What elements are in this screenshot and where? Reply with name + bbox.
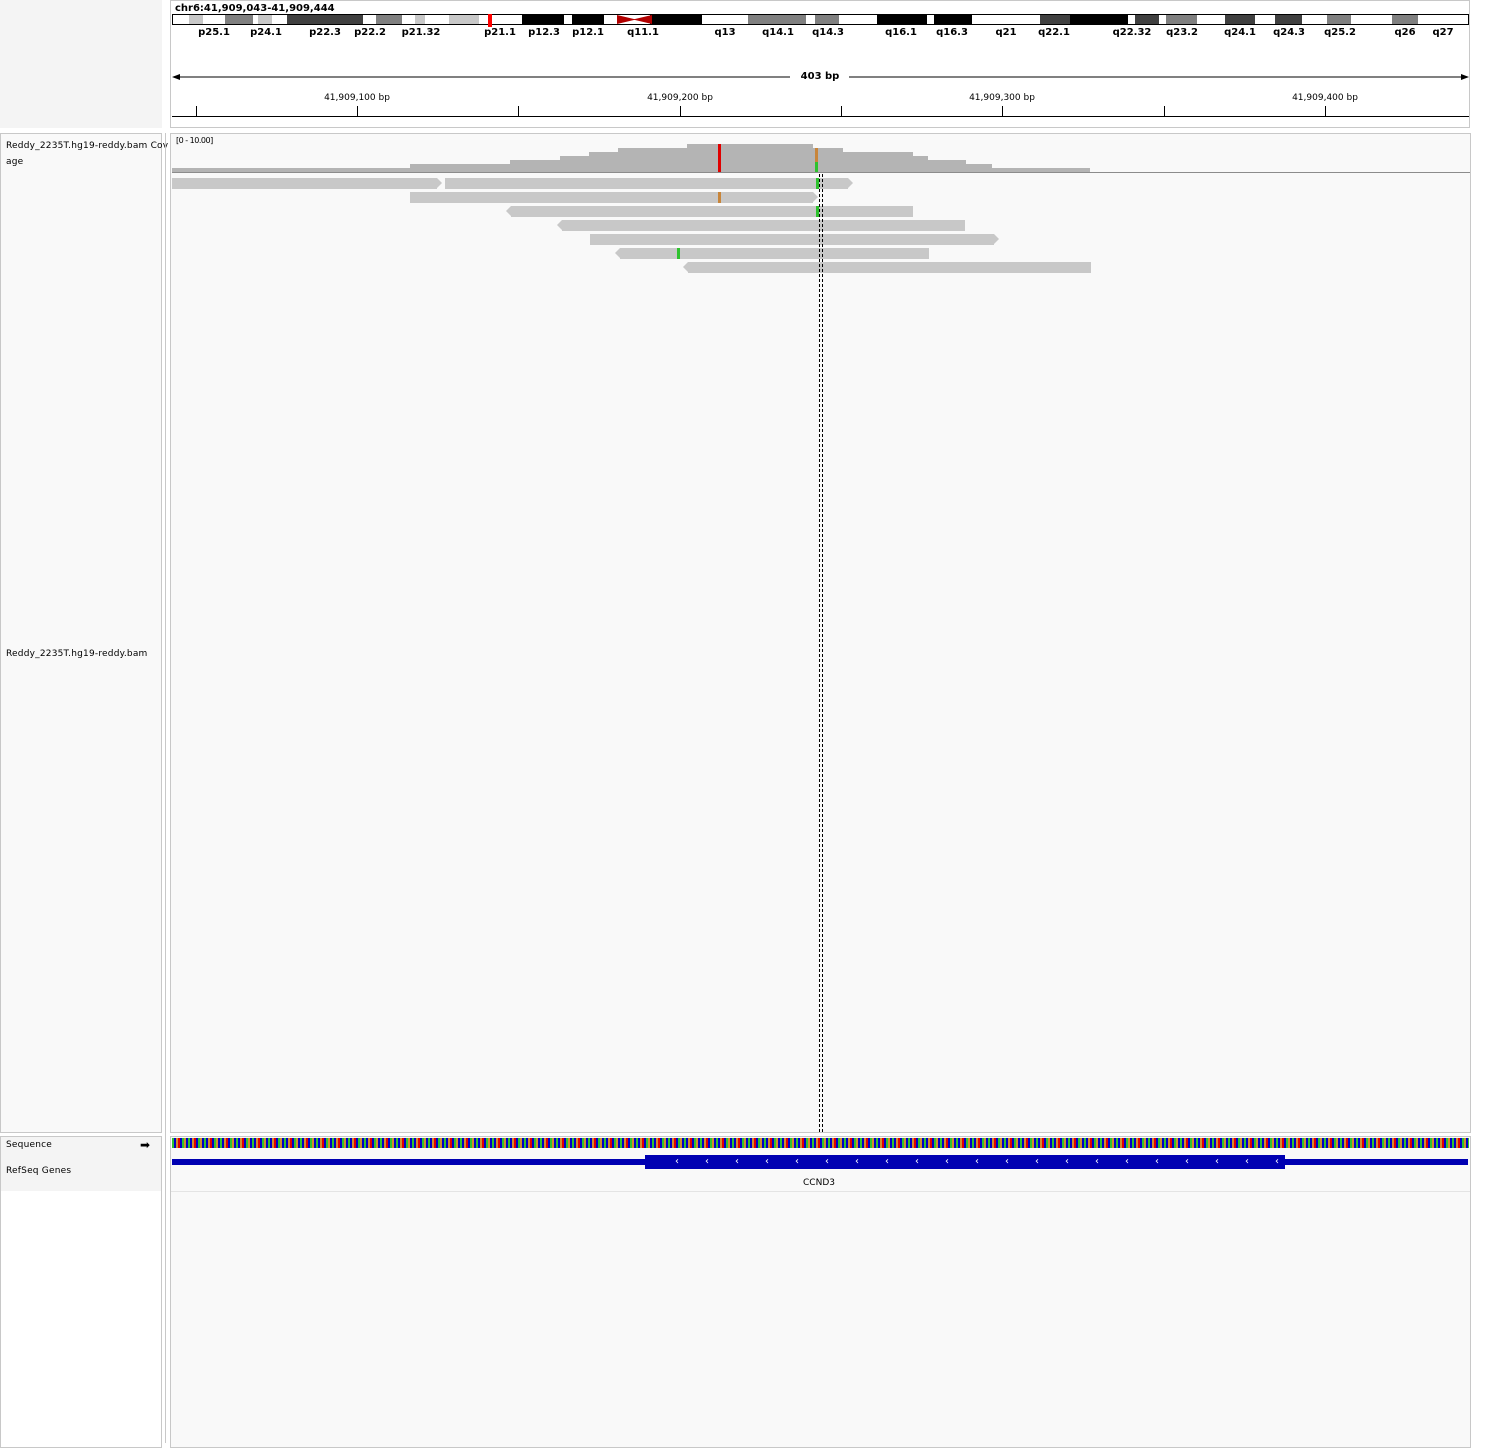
data-panel[interactable]: [0 - 10.00] bbox=[170, 133, 1471, 1133]
strand-chevron-icon: ‹ bbox=[735, 1156, 739, 1167]
band-label: p12.3 bbox=[528, 27, 560, 38]
alignment-track-name[interactable]: Reddy_2235T.hg19-reddy.bam bbox=[6, 649, 148, 659]
ruler-tick bbox=[841, 106, 842, 116]
chromosome-ideogram[interactable] bbox=[172, 14, 1470, 28]
coverage-track-name[interactable]: Reddy_2235T.hg19-reddy.bam Cov bbox=[6, 141, 171, 151]
ruler-tick bbox=[1325, 106, 1326, 116]
strand-chevron-icon: ‹ bbox=[1125, 1156, 1129, 1167]
strand-chevron-icon: ‹ bbox=[1065, 1156, 1069, 1167]
strand-chevron-icon: ‹ bbox=[1095, 1156, 1099, 1167]
refseq-track-name[interactable]: RefSeq Genes bbox=[6, 1166, 71, 1176]
ruler-tick bbox=[1164, 106, 1165, 116]
band-label: q26 bbox=[1394, 27, 1416, 38]
mismatch-base bbox=[677, 248, 680, 259]
ruler-tick bbox=[357, 106, 358, 116]
strand-arrow-icon[interactable]: ➡ bbox=[140, 1139, 150, 1151]
band-label: p21.32 bbox=[401, 27, 441, 38]
ruler-tick bbox=[1002, 106, 1003, 116]
strand-chevron-icon: ‹ bbox=[1215, 1156, 1219, 1167]
ruler-tick-label: 41,909,300 bp bbox=[969, 93, 1035, 103]
sequence-bases[interactable] bbox=[172, 1138, 1469, 1148]
strand-chevron-icon: ‹ bbox=[1155, 1156, 1159, 1167]
header-left-panel bbox=[0, 0, 162, 128]
strand-chevron-icon: ‹ bbox=[795, 1156, 799, 1167]
band-label: p12.1 bbox=[572, 27, 604, 38]
band-label: p22.2 bbox=[354, 27, 386, 38]
read-alignment[interactable] bbox=[615, 248, 929, 259]
band-label: q22.1 bbox=[1038, 27, 1070, 38]
read-alignment[interactable] bbox=[590, 234, 999, 245]
strand-chevron-icon: ‹ bbox=[855, 1156, 859, 1167]
strand-chevron-icon: ‹ bbox=[705, 1156, 709, 1167]
coverage-track-name-cont[interactable]: age bbox=[6, 157, 23, 167]
read-alignment[interactable] bbox=[172, 178, 442, 189]
read-alignment[interactable] bbox=[683, 262, 1091, 273]
ruler-tick bbox=[518, 106, 519, 116]
strand-chevron-icon: ‹ bbox=[1005, 1156, 1009, 1167]
track-names-panel: Reddy_2235T.hg19-reddy.bam Cov age Reddy… bbox=[0, 133, 168, 1133]
ruler-tick bbox=[680, 106, 681, 116]
band-label: q25.2 bbox=[1324, 27, 1356, 38]
center-line bbox=[819, 174, 820, 1132]
ruler-tick-label: 41,909,200 bp bbox=[647, 93, 713, 103]
locus-label: chr6:41,909,043-41,909,444 bbox=[175, 3, 335, 14]
current-region-marker bbox=[488, 14, 492, 27]
strand-chevron-icon: ‹ bbox=[885, 1156, 889, 1167]
band-label: q21 bbox=[995, 27, 1017, 38]
band-label: q22.32 bbox=[1112, 27, 1152, 38]
strand-chevron-icon: ‹ bbox=[1245, 1156, 1249, 1167]
strand-chevron-icon: ‹ bbox=[1275, 1156, 1279, 1167]
span-label: 403 bp bbox=[796, 71, 844, 82]
strand-chevron-icon: ‹ bbox=[1185, 1156, 1189, 1167]
strand-chevron-icon: ‹ bbox=[1035, 1156, 1039, 1167]
name-attr-divider bbox=[165, 133, 166, 1443]
band-label: q27 bbox=[1432, 27, 1454, 38]
read-alignment[interactable] bbox=[410, 192, 818, 203]
sequence-track-name[interactable]: Sequence bbox=[6, 1140, 52, 1150]
feature-names-panel: Sequence ➡ RefSeq Genes bbox=[0, 1136, 162, 1448]
read-alignment[interactable] bbox=[557, 220, 965, 231]
read-alignment[interactable] bbox=[445, 178, 853, 189]
band-label: q24.3 bbox=[1273, 27, 1305, 38]
feature-divider bbox=[171, 1191, 1470, 1192]
band-label: q23.2 bbox=[1166, 27, 1198, 38]
strand-chevron-icon: ‹ bbox=[765, 1156, 769, 1167]
band-label: q16.1 bbox=[885, 27, 917, 38]
band-label: p25.1 bbox=[198, 27, 230, 38]
strand-chevron-icon: ‹ bbox=[825, 1156, 829, 1167]
band-label: p21.1 bbox=[484, 27, 516, 38]
coverage-histogram[interactable] bbox=[172, 140, 1470, 174]
ruler-tick-label: 41,909,400 bp bbox=[1292, 93, 1358, 103]
gene-label[interactable]: CCND3 bbox=[803, 1178, 835, 1188]
strand-chevron-icon: ‹ bbox=[945, 1156, 949, 1167]
band-label: q13 bbox=[714, 27, 736, 38]
band-label: q14.3 bbox=[812, 27, 844, 38]
band-label: q11.1 bbox=[627, 27, 659, 38]
band-label: q14.1 bbox=[762, 27, 794, 38]
band-label: p24.1 bbox=[250, 27, 282, 38]
band-label: p22.3 bbox=[309, 27, 341, 38]
ruler-baseline bbox=[172, 116, 1469, 117]
read-alignment[interactable] bbox=[506, 206, 913, 217]
mismatch-base bbox=[718, 192, 721, 203]
strand-chevron-icon: ‹ bbox=[915, 1156, 919, 1167]
center-line bbox=[822, 174, 823, 1132]
strand-chevron-icon: ‹ bbox=[675, 1156, 679, 1167]
strand-chevron-icon: ‹ bbox=[975, 1156, 979, 1167]
band-label: q24.1 bbox=[1224, 27, 1256, 38]
ruler-tick bbox=[196, 106, 197, 116]
ruler-tick-label: 41,909,100 bp bbox=[324, 93, 390, 103]
band-label: q16.3 bbox=[936, 27, 968, 38]
gene-strand-markers: ‹ ‹ ‹ ‹ ‹ ‹ ‹ ‹ ‹ ‹ ‹ ‹ ‹ ‹ ‹ ‹ ‹ ‹ ‹ ‹ ‹ bbox=[645, 1155, 1285, 1169]
